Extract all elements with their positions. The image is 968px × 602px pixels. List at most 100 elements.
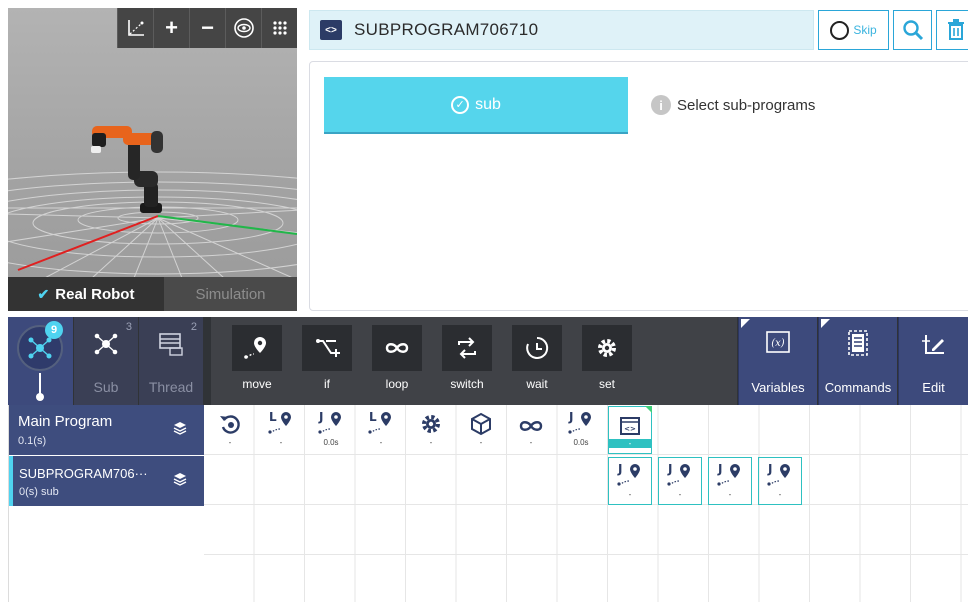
svg-text:L: L bbox=[269, 410, 277, 424]
svg-text:L: L bbox=[369, 410, 377, 424]
move-j-icon: J bbox=[318, 410, 341, 434]
lane-name: SUBPROGRAM706··· bbox=[19, 466, 148, 481]
sub-button-label: sub bbox=[475, 95, 501, 113]
code-icon: <> bbox=[320, 20, 342, 40]
switch-label: switch bbox=[450, 377, 484, 391]
skip-button[interactable]: Skip bbox=[818, 10, 889, 50]
timeline-item-subprogram[interactable]: <> - bbox=[608, 406, 652, 454]
real-robot-label: Real Robot bbox=[55, 285, 135, 303]
timeline-item-move-l[interactable]: L - bbox=[359, 406, 403, 454]
viewport-mode-tabs: ✔ Real Robot Simulation bbox=[8, 277, 297, 311]
timeline-item-move-j[interactable]: J 0.0s bbox=[309, 406, 353, 454]
item-value: - bbox=[609, 439, 651, 448]
commands-button[interactable]: Commands bbox=[818, 317, 897, 405]
timeline-item-move-j[interactable]: J - bbox=[608, 457, 652, 505]
loop-label: loop bbox=[385, 377, 409, 391]
variables-button[interactable]: (x) Variables bbox=[738, 317, 817, 405]
move-command[interactable]: move bbox=[227, 325, 287, 397]
svg-text:J: J bbox=[717, 462, 722, 476]
sub-tab[interactable]: 3 Sub bbox=[74, 317, 138, 405]
set-command[interactable]: set bbox=[577, 325, 637, 397]
program-header: <> SUBPROGRAM706710 bbox=[309, 10, 814, 50]
move-l-icon: L bbox=[268, 410, 291, 434]
main-program-tab[interactable]: 9 bbox=[8, 317, 73, 405]
thread-tab[interactable]: 2 Thread bbox=[139, 317, 203, 405]
zoom-in-icon[interactable]: + bbox=[153, 8, 189, 48]
wait-command[interactable]: wait bbox=[507, 325, 567, 397]
svg-text:J: J bbox=[767, 462, 772, 476]
gear-icon bbox=[598, 339, 616, 357]
item-value: - bbox=[628, 490, 632, 499]
robot-arm bbox=[91, 126, 163, 213]
item-value: - bbox=[479, 438, 483, 447]
if-command[interactable]: if bbox=[297, 325, 357, 397]
item-value: - bbox=[778, 490, 782, 499]
axes-icon[interactable] bbox=[117, 8, 153, 48]
zoom-out-icon[interactable]: − bbox=[189, 8, 225, 48]
svg-text:J: J bbox=[617, 462, 622, 476]
if-icon bbox=[316, 339, 340, 357]
move-j-icon: J bbox=[767, 462, 790, 486]
switch-command[interactable]: switch bbox=[437, 325, 497, 397]
info-icon: i bbox=[651, 95, 671, 115]
item-value: 0.0s bbox=[323, 438, 339, 447]
timeline-item-move-j[interactable]: J - bbox=[708, 457, 752, 505]
search-button[interactable] bbox=[893, 10, 932, 50]
set-label: set bbox=[598, 377, 615, 391]
timeline-item-move-j[interactable]: J 0.0s bbox=[559, 406, 603, 454]
edit-button[interactable]: Edit bbox=[898, 317, 968, 405]
timeline-item-move-l[interactable]: L - bbox=[259, 406, 303, 454]
gear-icon bbox=[422, 415, 440, 433]
sub-network-icon bbox=[94, 333, 118, 355]
svg-text:J: J bbox=[318, 410, 323, 424]
sub-button[interactable]: ✓ sub bbox=[324, 77, 628, 134]
timeline-item-cube[interactable]: - bbox=[459, 406, 503, 454]
timeline-item-rotate[interactable]: - bbox=[208, 406, 252, 454]
command-palette: move if loop switch wait set bbox=[211, 317, 737, 405]
real-robot-tab[interactable]: ✔ Real Robot bbox=[8, 277, 164, 311]
commands-label: Commands bbox=[824, 380, 892, 395]
move-j-icon: J bbox=[717, 462, 740, 486]
floor-grid bbox=[8, 126, 297, 311]
timeline-item-move-j[interactable]: J - bbox=[758, 457, 802, 505]
thread-badge: 2 bbox=[190, 321, 197, 333]
thread-icon bbox=[159, 333, 183, 356]
item-value: 0.0s bbox=[573, 438, 589, 447]
item-value: - bbox=[429, 438, 433, 447]
lane-time: 0.1(s) bbox=[18, 435, 47, 447]
check-circle-icon: ✓ bbox=[451, 95, 470, 114]
skip-label: Skip bbox=[853, 23, 877, 37]
switch-icon bbox=[458, 337, 476, 359]
eye-icon[interactable] bbox=[225, 8, 261, 48]
svg-text:J: J bbox=[667, 462, 672, 476]
svg-text:J: J bbox=[568, 410, 573, 424]
loop-icon bbox=[519, 421, 543, 431]
timeline-item-set[interactable]: - bbox=[409, 406, 453, 454]
clock-icon bbox=[526, 336, 549, 359]
simulation-tab[interactable]: Simulation bbox=[164, 277, 297, 311]
timeline-item-loop[interactable]: - bbox=[509, 406, 553, 454]
trash-icon bbox=[948, 19, 964, 40]
thread-tab-label: Thread bbox=[148, 379, 194, 395]
tree-dot bbox=[36, 393, 44, 401]
hint: i Select sub-programs bbox=[651, 95, 815, 115]
move-j-icon: J bbox=[617, 462, 640, 486]
timeline-item-move-j[interactable]: J - bbox=[658, 457, 702, 505]
loop-command[interactable]: loop bbox=[367, 325, 427, 397]
edit-label: Edit bbox=[922, 380, 945, 395]
robot-3d-viewport[interactable]: + − ✔ Real Robot Simulation bbox=[8, 8, 297, 311]
tree-stem bbox=[39, 373, 41, 395]
move-l-icon: L bbox=[368, 410, 391, 434]
grid-icon[interactable] bbox=[261, 8, 297, 48]
svg-text:<>: <> bbox=[624, 425, 636, 433]
subprogram-lane[interactable]: SUBPROGRAM706··· 0(s) sub bbox=[9, 456, 204, 506]
sub-tab-label: Sub bbox=[93, 379, 119, 395]
hint-text: Select sub-programs bbox=[677, 96, 816, 114]
wait-label: wait bbox=[526, 377, 548, 391]
delete-button[interactable] bbox=[936, 10, 968, 50]
lane-time: 0(s) sub bbox=[19, 486, 59, 498]
main-program-lane[interactable]: Main Program 0.1(s) bbox=[9, 405, 204, 455]
document-icon bbox=[848, 330, 868, 356]
loop-icon bbox=[385, 343, 409, 353]
layers-icon bbox=[173, 422, 187, 435]
